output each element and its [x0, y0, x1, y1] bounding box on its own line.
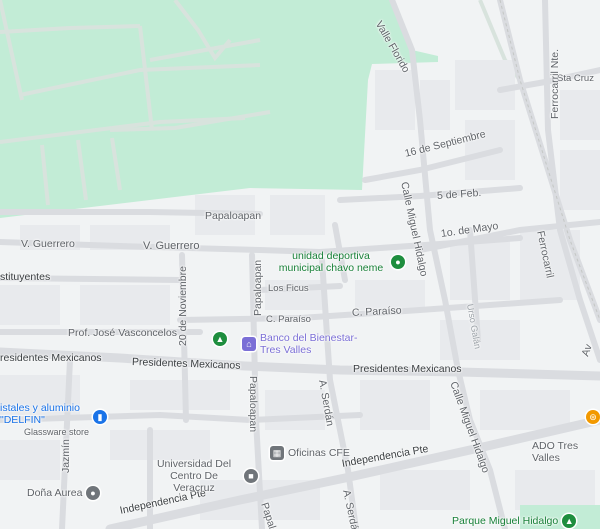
street-label-presidentes-left: residentes Mexicanos	[0, 352, 102, 364]
street-label-c-paraiso-left: C. Paraíso	[266, 314, 311, 325]
poi-label-banco: Banco del Bienestar-Tres Valles	[260, 332, 358, 356]
poi-unidad-deportiva[interactable]: unidad deportiva municipal chavo neme ●	[275, 250, 405, 274]
street-label-vasconcelos: Prof. José Vasconcelos	[68, 327, 177, 339]
poi-cristales-delfin[interactable]: istales y aluminio "DELFIN" Glassware st…	[0, 402, 108, 438]
street-label-sta-cruz: Sta Cruz	[557, 73, 594, 84]
monument-icon[interactable]: ▲	[213, 332, 227, 346]
poi-label-dona-aurea: Doña Aurea	[27, 487, 83, 499]
poi-label-oficinas-cfe: Oficinas CFE	[288, 447, 350, 459]
poi-label-ado: ADO Tres Valles	[532, 440, 579, 464]
poi-label-parque-hidalgo: Parque Miguel Hidalgo	[452, 515, 559, 527]
poi-banco-bienestar[interactable]: ⌂ Banco del Bienestar-Tres Valles	[242, 332, 360, 356]
school-icon[interactable]: ■	[244, 469, 258, 483]
place-icon[interactable]: ●	[86, 486, 100, 500]
poi-ado[interactable]: ADO Tres Valles	[532, 440, 600, 464]
poi-label-universidad: Universidad Del Centro De Veracruz	[156, 458, 232, 494]
street-label-presidentes-right: Presidentes Mexicanos	[353, 363, 462, 375]
map-view[interactable]: Valle Florido Sta Cruz Ferrocarril Nte. …	[0, 0, 600, 529]
street-label-v-guerrero: V. Guerrero	[143, 240, 200, 252]
poi-restaurant[interactable]: ⊛	[586, 410, 600, 424]
poi-universidad[interactable]: Universidad Del Centro De Veracruz ■	[148, 458, 258, 494]
park-icon[interactable]: ▲	[562, 514, 577, 528]
poi-place-marker[interactable]: ●	[86, 486, 100, 500]
street-label-papaloapan-vertical-1: Papaloapan	[252, 259, 264, 316]
park-icon[interactable]: ●	[391, 255, 405, 269]
poi-sublabel-cristales: Glassware store	[24, 427, 90, 437]
poi-oficinas-cfe[interactable]: ▦ Oficinas CFE	[270, 446, 350, 460]
street-label-jazmin: Jazmín	[60, 439, 72, 473]
poi-monument[interactable]: ▲	[213, 332, 227, 346]
poi-label-unidad-deportiva: unidad deportiva municipal chavo neme	[278, 250, 384, 274]
street-label-ferrocarril-nte: Ferrocarril Nte.	[549, 48, 562, 120]
street-label-papaloapan-horizontal: Papaloapan	[205, 210, 262, 222]
poi-dona-aurea[interactable]: Doña Aurea	[27, 487, 82, 499]
office-icon[interactable]: ▦	[270, 446, 284, 460]
street-label-los-ficus: Los Ficus	[268, 283, 309, 294]
shopping-bag-icon[interactable]: ▮	[93, 410, 108, 424]
bank-icon[interactable]: ⌂	[242, 337, 256, 351]
street-label-constituyentes: stituyentes	[0, 271, 51, 283]
restaurant-icon[interactable]: ⊛	[586, 410, 600, 424]
poi-label-cristales: istales y aluminio "DELFIN"	[0, 402, 80, 426]
street-label-papaloapan-vertical-2: Papaloapan	[247, 376, 259, 433]
poi-parque-hidalgo[interactable]: Parque Miguel Hidalgo ▲	[452, 514, 577, 528]
street-label-20-de-noviembre: 20 de Noviembre	[177, 266, 189, 346]
street-label-v-guerrero-left: V. Guerrero	[21, 238, 75, 250]
